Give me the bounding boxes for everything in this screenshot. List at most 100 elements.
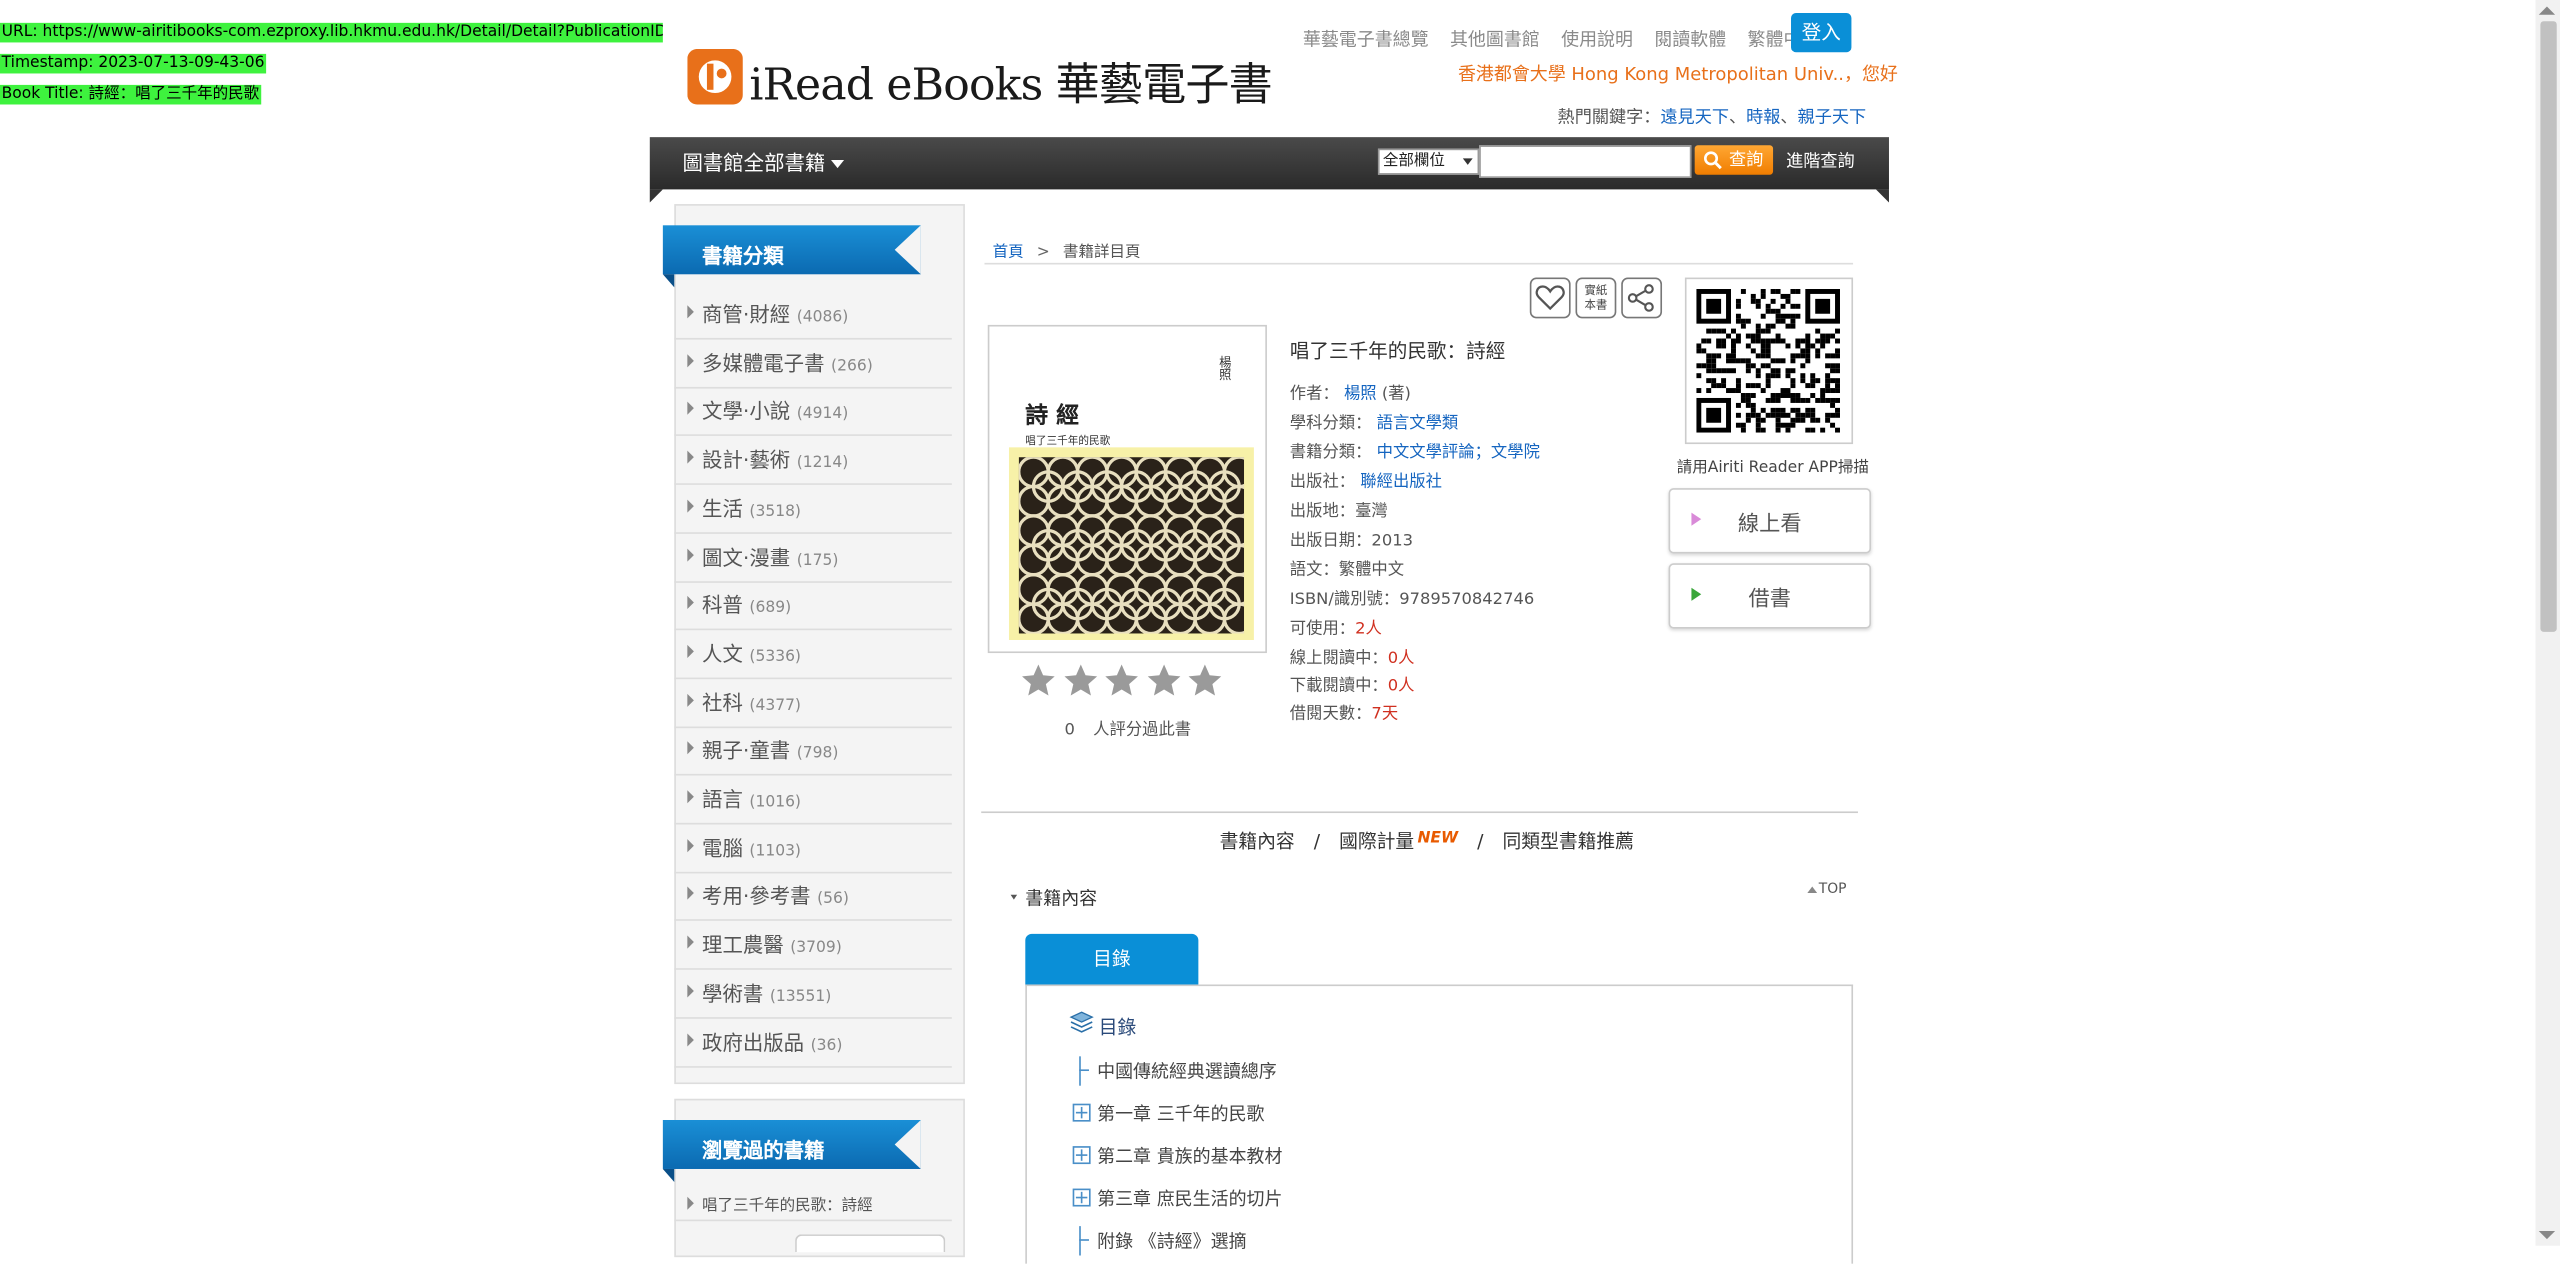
category-link[interactable]: 中文文學評論；文學院: [1377, 444, 1540, 462]
expand-plus-icon[interactable]: [1072, 1146, 1091, 1165]
sidebar-item-category[interactable]: 文學‧小說 (4914): [674, 388, 952, 437]
sidebar-item-category[interactable]: 親子‧童書 (798): [674, 727, 952, 776]
toc-tab[interactable]: 目錄: [1025, 933, 1199, 985]
tab-metrics-label: 國際計量: [1339, 829, 1415, 853]
favorite-button[interactable]: [1529, 277, 1571, 319]
toc-item[interactable]: 第一章 三千年的民歌: [1072, 1099, 1840, 1128]
book-cover[interactable]: 詩 經 唱了三千年的民歌 楊照: [987, 324, 1267, 654]
publisher-link[interactable]: 聯經出版社: [1360, 473, 1442, 491]
category-name: 文學‧小說: [702, 399, 791, 424]
author-role: (著): [1381, 385, 1411, 404]
star-icon[interactable]: [1102, 661, 1141, 700]
sidebar-item-category[interactable]: 生活 (3518): [674, 485, 952, 534]
site-logo[interactable]: iRead eBooks 華藝電子書: [687, 48, 1275, 111]
toc-item[interactable]: 中國傳統經典選讀總序: [1073, 1056, 1840, 1086]
heart-icon: [1535, 285, 1565, 311]
cover-author: 楊照: [1217, 355, 1233, 381]
hot-keyword-1[interactable]: 遠見天下: [1660, 108, 1729, 128]
nav-overview[interactable]: 華藝電子書總覽: [1303, 29, 1429, 50]
advanced-search-link[interactable]: 進階查詢: [1786, 149, 1855, 173]
nav-help[interactable]: 使用說明: [1561, 29, 1633, 50]
toc-item[interactable]: 附錄 《詩經》選摘: [1073, 1226, 1840, 1256]
read-online-button[interactable]: 線上看: [1668, 488, 1872, 554]
arrow-right-icon: [687, 499, 694, 513]
cover-art: 詩 經 唱了三千年的民歌 楊照: [1002, 336, 1254, 640]
sidebar-item-category[interactable]: 多媒體電子書 (266): [674, 339, 952, 389]
author-link[interactable]: 楊照: [1344, 385, 1377, 403]
star-icon[interactable]: [1060, 661, 1099, 700]
arrow-right-icon: [687, 935, 694, 949]
tab-similar-books[interactable]: 同類型書籍推薦: [1503, 829, 1634, 852]
category-label: 商管‧財經 (4086): [702, 297, 848, 328]
hot-keywords-label: 熱門關鍵字：: [1557, 107, 1661, 128]
hot-keyword-2[interactable]: 時報: [1746, 108, 1780, 128]
arrow-right-icon: [687, 887, 694, 901]
paper-book-button[interactable]: 實紙本書: [1575, 277, 1617, 319]
breadcrumb-sep: >: [1036, 243, 1050, 262]
category-label: 人文 (5336): [702, 637, 801, 668]
star-icon[interactable]: [1019, 661, 1058, 700]
sidebar-item-category[interactable]: 社科 (4377): [674, 679, 952, 728]
overlay-timestamp: Timestamp: 2023-07-13-09-43-06: [0, 53, 267, 74]
scroll-down-arrow[interactable]: [2538, 1231, 2556, 1240]
arrow-right-icon: [687, 790, 694, 804]
hot-keyword-3[interactable]: 親子天下: [1798, 108, 1867, 128]
borrow-label: 借書: [1748, 587, 1792, 613]
expand-plus-icon[interactable]: [1072, 1103, 1091, 1122]
sidebar-item-category[interactable]: 理工農醫 (3709): [674, 921, 952, 970]
toc-item[interactable]: 第二章 貴族的基本教材: [1072, 1141, 1840, 1170]
logo-icon: [687, 48, 743, 105]
category-label: 文學‧小說 (4914): [702, 394, 848, 425]
browsed-ribbon: 瀏覽過的書籍: [662, 1119, 921, 1169]
hot-keywords: 熱門關鍵字：遠見天下、時報、親子天下: [1558, 104, 1867, 128]
star-icon[interactable]: [1144, 661, 1183, 700]
collapse-icon[interactable]: [1010, 894, 1018, 900]
field-select-value: 全部欄位: [1382, 151, 1445, 170]
sidebar-item-category[interactable]: 商管‧財經 (4086): [674, 291, 952, 340]
subject-link[interactable]: 語言文學類: [1377, 415, 1459, 433]
search-input[interactable]: [1479, 145, 1692, 178]
back-to-top-link[interactable]: TOP: [1807, 882, 1847, 898]
category-name: 多媒體電子書: [702, 350, 825, 375]
field-select[interactable]: 全部欄位: [1377, 148, 1480, 175]
scroll-up-arrow[interactable]: [2538, 6, 2556, 15]
library-menu-label: 圖書館全部書籍: [682, 150, 826, 175]
arrow-right-icon: [687, 644, 694, 658]
sidebar-item-category[interactable]: 人文 (5336): [674, 630, 952, 680]
category-count: (1214): [796, 454, 849, 472]
meta-available: 可使用：2人: [1290, 614, 1382, 638]
arrow-right-icon: [687, 450, 694, 464]
star-icon[interactable]: [1185, 661, 1224, 700]
search-button[interactable]: 查詢: [1694, 145, 1774, 175]
qr-code-image: [1696, 288, 1840, 433]
category-name: 生活: [702, 495, 743, 521]
expand-plus-icon[interactable]: [1072, 1188, 1091, 1207]
available-value: 2人: [1355, 620, 1382, 639]
nav-other-libraries[interactable]: 其他圖書館: [1450, 29, 1540, 50]
breadcrumb-home[interactable]: 首頁: [993, 243, 1024, 261]
borrow-button[interactable]: 借書: [1668, 563, 1872, 629]
sidebar-item-category[interactable]: 圖文‧漫畫 (175): [674, 533, 952, 583]
sidebar-item-category[interactable]: 語言 (1016): [674, 776, 952, 825]
sidebar-item-category[interactable]: 學術書 (13551): [674, 969, 952, 1019]
category-label: 語言 (1016): [702, 782, 801, 813]
sidebar-item-category[interactable]: 設計‧藝術 (1214): [674, 436, 952, 486]
category-label: 書籍分類：: [1289, 444, 1372, 463]
tab-metrics[interactable]: 國際計量 NEW: [1339, 829, 1458, 852]
share-button[interactable]: [1621, 277, 1663, 319]
meta-date: 出版日期：2013: [1289, 532, 1413, 551]
tab-book-content[interactable]: 書籍內容: [1220, 829, 1295, 852]
category-count: (13551): [769, 987, 832, 1006]
sidebar-item-category[interactable]: 政府出版品 (36): [674, 1018, 952, 1067]
login-button[interactable]: 登入: [1791, 13, 1852, 53]
sidebar-item-category[interactable]: 電腦 (1103): [674, 824, 952, 873]
sidebar-item-category[interactable]: 考用‧參考書 (56): [674, 872, 952, 922]
library-menu[interactable]: 圖書館全部書籍: [682, 145, 844, 176]
browsed-item[interactable]: 唱了三千年的民歌：詩經: [674, 1187, 952, 1222]
scrollbar-thumb[interactable]: [2540, 21, 2557, 632]
toc-root[interactable]: 目錄: [1099, 1014, 1137, 1040]
sidebar-item-category[interactable]: 科普 (689): [674, 582, 952, 631]
toc-item[interactable]: 第三章 庶民生活的切片: [1072, 1184, 1840, 1213]
nav-reader-software[interactable]: 閱讀軟體: [1654, 29, 1726, 50]
arrow-right-icon: [687, 984, 694, 998]
